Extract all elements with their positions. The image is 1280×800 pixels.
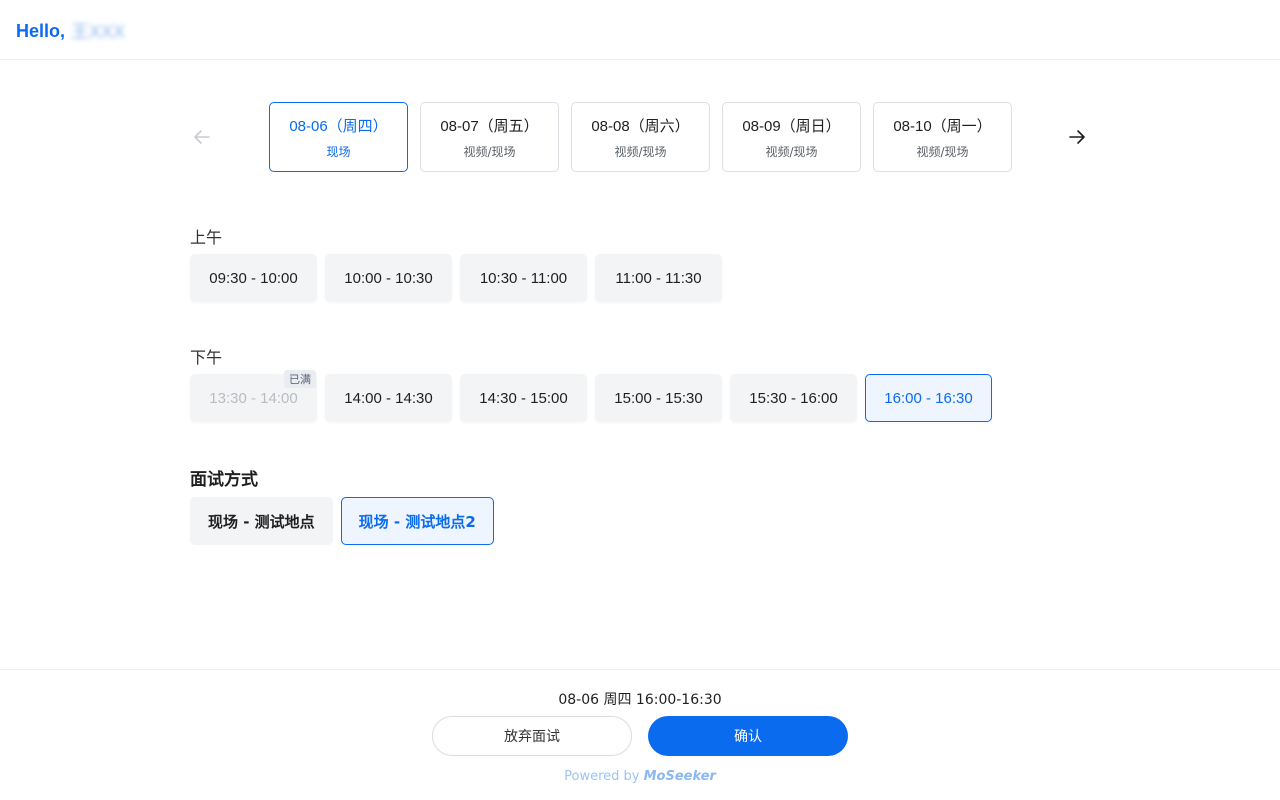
time-slot[interactable]: 10:30 - 11:00 — [460, 254, 587, 302]
top-bar: Hello, 王XXX — [0, 0, 1280, 60]
date-mode: 视频/现场 — [463, 144, 516, 159]
date-mode: 视频/现场 — [614, 144, 667, 159]
arrow-left-icon — [194, 130, 210, 144]
date-selector: 08-06（周四） 现场 08-07（周五） 视频/现场 08-08（周六） 视… — [269, 102, 1012, 172]
date-card[interactable]: 08-09（周日） 视频/现场 — [722, 102, 861, 172]
time-slot-full: 13:30 - 14:00 已满 — [190, 370, 317, 422]
date-label: 08-06（周四） — [289, 117, 388, 135]
powered-prefix: Powered by — [564, 769, 640, 784]
interview-method-title: 面试方式 — [190, 470, 258, 490]
method-option[interactable]: 现场 - 测试地点 — [190, 497, 333, 545]
brand-logo: MoSeeker — [643, 769, 716, 784]
give-up-button[interactable]: 放弃面试 — [432, 716, 632, 756]
date-label: 08-10（周一） — [893, 117, 992, 135]
selection-summary: 08-06 周四 16:00-16:30 — [558, 692, 722, 708]
user-name: 王XXX — [71, 22, 126, 42]
date-card[interactable]: 08-08（周六） 视频/现场 — [571, 102, 710, 172]
date-label: 08-09（周日） — [742, 117, 841, 135]
date-card[interactable]: 08-06（周四） 现场 — [269, 102, 408, 172]
date-mode: 现场 — [326, 144, 351, 159]
date-label: 08-08（周六） — [591, 117, 690, 135]
confirm-button[interactable]: 确认 — [648, 716, 848, 756]
time-slot-selected[interactable]: 16:00 - 16:30 — [865, 374, 992, 422]
time-slot-label: 13:30 - 14:00 — [209, 389, 298, 407]
time-slot[interactable]: 09:30 - 10:00 — [190, 254, 317, 302]
time-slot[interactable]: 10:00 - 10:30 — [325, 254, 452, 302]
interview-method-options: 现场 - 测试地点 现场 - 测试地点2 — [190, 497, 494, 545]
afternoon-label: 下午 — [190, 348, 223, 367]
time-slot[interactable]: 15:30 - 16:00 — [730, 374, 857, 422]
footer: 08-06 周四 16:00-16:30 放弃面试 确认 Powered by … — [0, 669, 1280, 800]
afternoon-slots: 13:30 - 14:00 已满 14:00 - 14:30 14:30 - 1… — [190, 370, 992, 422]
powered-by: Powered by MoSeeker — [0, 769, 1280, 784]
date-label: 08-07（周五） — [440, 117, 539, 135]
arrow-right-icon — [1069, 130, 1085, 144]
date-card[interactable]: 08-10（周一） 视频/现场 — [873, 102, 1012, 172]
date-card[interactable]: 08-07（周五） 视频/现场 — [420, 102, 559, 172]
morning-slots: 09:30 - 10:00 10:00 - 10:30 10:30 - 11:0… — [190, 254, 722, 302]
prev-dates-button[interactable] — [187, 122, 217, 152]
next-dates-button[interactable] — [1062, 122, 1092, 152]
time-slot[interactable]: 15:00 - 15:30 — [595, 374, 722, 422]
full-badge: 已满 — [284, 370, 316, 388]
method-option-selected[interactable]: 现场 - 测试地点2 — [340, 497, 494, 545]
morning-label: 上午 — [190, 228, 223, 247]
greeting-text: Hello, — [16, 20, 66, 41]
time-slot[interactable]: 11:00 - 11:30 — [595, 254, 722, 302]
time-slot[interactable]: 14:30 - 15:00 — [460, 374, 587, 422]
date-mode: 视频/现场 — [765, 144, 818, 159]
greeting: Hello, 王XXX — [16, 18, 125, 44]
date-mode: 视频/现场 — [916, 144, 969, 159]
time-slot[interactable]: 14:00 - 14:30 — [325, 374, 452, 422]
